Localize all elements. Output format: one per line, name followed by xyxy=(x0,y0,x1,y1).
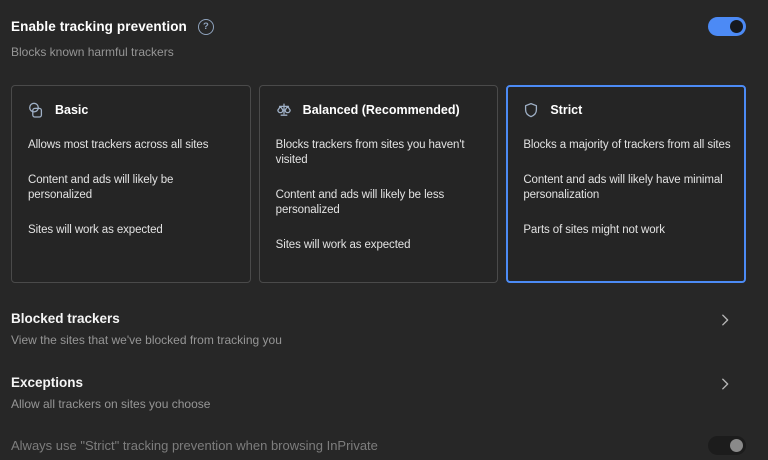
exceptions-title: Exceptions xyxy=(11,375,718,390)
card-basic[interactable]: Basic Allows most trackers across all si… xyxy=(11,85,251,283)
blocked-trackers-subtitle: View the sites that we've blocked from t… xyxy=(11,333,718,347)
chevron-right-icon xyxy=(718,313,732,332)
exceptions-row[interactable]: Exceptions Allow all trackers on sites y… xyxy=(11,375,746,411)
card-basic-line: Sites will work as expected xyxy=(28,223,238,238)
card-strict-line: Parts of sites might not work xyxy=(523,223,733,238)
card-strict[interactable]: Strict Blocks a majority of trackers fro… xyxy=(506,85,746,283)
help-icon[interactable]: ? xyxy=(198,19,214,35)
card-balanced-title: Balanced (Recommended) xyxy=(303,103,460,117)
page-title: Enable tracking prevention xyxy=(11,19,187,34)
blocked-trackers-title: Blocked trackers xyxy=(11,311,718,326)
scales-icon xyxy=(276,102,292,118)
card-basic-header: Basic xyxy=(28,102,238,118)
inprivate-strict-toggle[interactable] xyxy=(708,436,746,455)
card-basic-line: Allows most trackers across all sites xyxy=(28,138,238,153)
inprivate-strict-row: Always use "Strict" tracking prevention … xyxy=(11,436,746,455)
toggle-knob xyxy=(730,20,743,33)
card-basic-title: Basic xyxy=(55,103,88,117)
card-basic-line: Content and ads will likely be personali… xyxy=(28,173,238,203)
card-strict-title: Strict xyxy=(550,103,582,117)
card-balanced-header: Balanced (Recommended) xyxy=(276,102,486,118)
inprivate-strict-label: Always use "Strict" tracking prevention … xyxy=(11,438,708,453)
exceptions-text: Exceptions Allow all trackers on sites y… xyxy=(11,375,718,411)
card-strict-line: Blocks a majority of trackers from all s… xyxy=(523,138,733,153)
page-subtitle: Blocks known harmful trackers xyxy=(11,45,746,59)
blocked-trackers-row[interactable]: Blocked trackers View the sites that we'… xyxy=(11,311,746,347)
blocked-trackers-text: Blocked trackers View the sites that we'… xyxy=(11,311,718,347)
card-balanced-line: Sites will work as expected xyxy=(276,238,486,253)
card-balanced-line: Blocks trackers from sites you haven't v… xyxy=(276,138,486,168)
tracking-prevention-settings: Enable tracking prevention ? Blocks know… xyxy=(0,0,768,460)
shield-icon xyxy=(523,102,539,118)
enable-tracking-prevention-row: Enable tracking prevention ? xyxy=(11,17,746,36)
chevron-right-icon xyxy=(718,377,732,396)
exceptions-subtitle: Allow all trackers on sites you choose xyxy=(11,397,718,411)
card-balanced[interactable]: Balanced (Recommended) Blocks trackers f… xyxy=(259,85,499,283)
shapes-icon xyxy=(28,102,44,118)
enable-tracking-prevention-toggle[interactable] xyxy=(708,17,746,36)
card-strict-line: Content and ads will likely have minimal… xyxy=(523,173,733,203)
card-strict-header: Strict xyxy=(523,102,733,118)
toggle-knob xyxy=(730,439,743,452)
card-balanced-line: Content and ads will likely be less pers… xyxy=(276,188,486,218)
tracking-level-cards: Basic Allows most trackers across all si… xyxy=(11,85,746,283)
